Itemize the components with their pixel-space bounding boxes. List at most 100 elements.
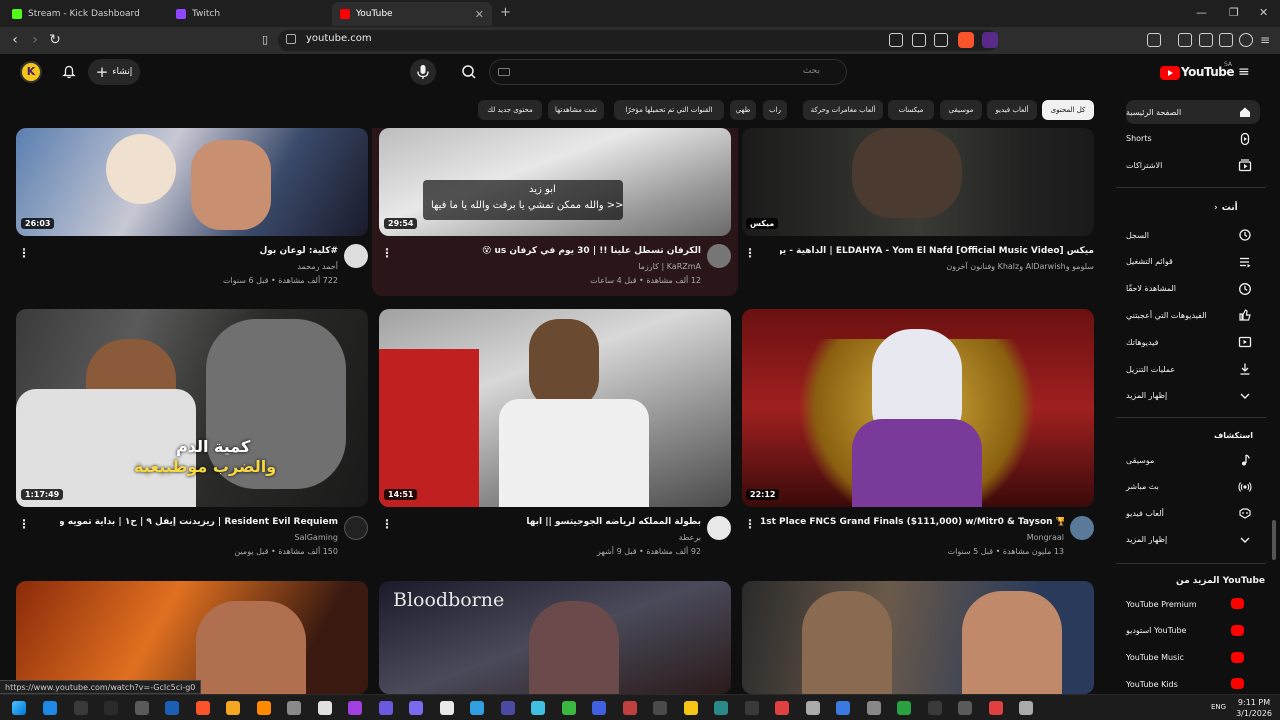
store-icon[interactable] xyxy=(592,701,606,715)
new-tab-button[interactable]: + xyxy=(500,5,511,20)
channel-name[interactable]: سلومو وAlDarwish وKhalz وفنانون آخرون xyxy=(780,262,1094,271)
tab-twitch[interactable]: Twitch xyxy=(168,2,328,26)
sidebar-item-you-3[interactable]: الفيديوهات التي أعجبتني xyxy=(1126,303,1260,327)
tab-groups-icon[interactable] xyxy=(1147,33,1161,47)
sidebar-scrollbar[interactable] xyxy=(1272,520,1276,560)
video-title[interactable]: بطولة المملكه لرياضه الجوجيتسو || ابها xyxy=(420,517,701,527)
url-text[interactable]: youtube.com xyxy=(306,33,372,44)
sidebar-item-more-3[interactable]: YouTube Kids xyxy=(1126,672,1260,696)
video-thumbnail[interactable] xyxy=(16,128,368,236)
more-options-icon[interactable]: ⋮ xyxy=(18,517,30,531)
cast-icon[interactable] xyxy=(912,33,926,47)
close-window-icon[interactable]: ✕ xyxy=(1259,6,1268,19)
more-options-icon[interactable]: ⋮ xyxy=(381,246,393,260)
app-icon[interactable] xyxy=(927,701,942,715)
app-icon[interactable] xyxy=(744,701,759,715)
search-icon[interactable] xyxy=(43,701,57,715)
chip-2[interactable]: موسيقى xyxy=(940,100,982,120)
sidebar-item-explore-0[interactable]: موسيقى xyxy=(1126,448,1260,472)
minimize-icon[interactable]: — xyxy=(1196,6,1207,19)
music-icon[interactable] xyxy=(622,701,637,715)
app-icon[interactable] xyxy=(1019,701,1033,715)
channel-avatar[interactable] xyxy=(344,516,368,540)
video-thumbnail[interactable] xyxy=(379,309,731,507)
app-icon[interactable] xyxy=(714,701,728,715)
brave-icon[interactable] xyxy=(195,701,210,715)
video-thumbnail[interactable] xyxy=(742,309,1094,507)
app-icon[interactable] xyxy=(775,701,789,715)
translate-icon[interactable] xyxy=(889,33,903,47)
app-icon[interactable] xyxy=(805,701,820,715)
close-tab-icon[interactable]: ✕ xyxy=(475,8,484,21)
tab-youtube[interactable]: YouTube ✕ xyxy=(332,2,492,26)
maximize-icon[interactable]: ❐ xyxy=(1229,6,1239,19)
sidebar-item-explore-2[interactable]: ألعاب فيديو xyxy=(1126,501,1260,525)
more-options-icon[interactable]: ⋮ xyxy=(18,246,30,260)
sidebar-item-explore-1[interactable]: بث مباشر xyxy=(1126,475,1260,499)
video-thumbnail[interactable]: ابو زيد << والله ممكن تمشي يا برقت والله… xyxy=(379,128,731,236)
widgets-icon[interactable] xyxy=(134,701,149,715)
search-input[interactable]: بحث xyxy=(489,59,847,85)
channel-avatar[interactable] xyxy=(707,516,731,540)
leo-ai-icon[interactable] xyxy=(1219,33,1233,47)
sidebar-item-you-4[interactable]: فيديوهاتك xyxy=(1126,330,1260,354)
video-title[interactable]: 1st Place FNCS Grand Finals ($111,000) w… xyxy=(760,517,1064,527)
video-thumbnail[interactable]: Bloodborne xyxy=(379,581,731,694)
epic-games-icon[interactable] xyxy=(104,701,118,715)
language-indicator[interactable]: ENG xyxy=(1211,703,1226,711)
sidebar-you-heading[interactable]: › أنت xyxy=(1214,203,1238,213)
back-icon[interactable]: ‹ xyxy=(6,31,24,49)
chip-1[interactable]: ألعاب فيديو xyxy=(987,100,1037,120)
chip-3[interactable]: ميكسات xyxy=(888,100,934,120)
sidebar-item-you-0[interactable]: السجل xyxy=(1126,223,1260,247)
clock[interactable]: 9:11 PM 3/1/2026 xyxy=(1236,697,1272,719)
avatar[interactable]: K xyxy=(20,61,42,83)
share-icon[interactable] xyxy=(934,33,948,47)
app-icon[interactable] xyxy=(958,701,972,715)
sidebar-item-explore-3[interactable]: إظهار المزيد xyxy=(1126,528,1260,552)
video-title[interactable]: الكرفان تسطل علينا !! | 30 يوم في كرفان … xyxy=(420,246,701,256)
app-icon[interactable] xyxy=(866,701,881,715)
channel-name[interactable]: برعطة xyxy=(420,533,701,542)
video-thumbnail[interactable] xyxy=(742,128,1094,236)
sidebar-toggle-icon[interactable] xyxy=(1178,33,1192,47)
channel-name[interactable]: أحمد رمحمد xyxy=(60,262,338,271)
chip-0[interactable]: كل المحتوى xyxy=(1042,100,1094,120)
chip-8[interactable]: تمت مشاهدتها xyxy=(548,100,604,120)
edge-icon[interactable] xyxy=(470,701,484,715)
video-title[interactable]: Resident Evil Requiem | ريزيدنت إيفل ٩ |… xyxy=(60,517,338,527)
wallet-icon[interactable] xyxy=(1199,33,1213,47)
gamepad-icon[interactable] xyxy=(409,701,423,715)
forward-icon[interactable]: › xyxy=(26,31,44,49)
sidebar-item-you-1[interactable]: قوائم التشغيل xyxy=(1126,250,1260,274)
chip-9[interactable]: محتوى جديد لك xyxy=(478,100,542,120)
bookmark-icon[interactable]: ▯ xyxy=(256,31,274,49)
app-icon[interactable] xyxy=(531,701,545,715)
chip-6[interactable]: طهي xyxy=(730,100,756,120)
video-thumbnail[interactable]: كمية الدم والضرب موطبيعية xyxy=(16,309,368,507)
task-view-icon[interactable] xyxy=(73,701,88,715)
sidebar-item-main-2[interactable]: الاشتراكات xyxy=(1126,153,1260,177)
youtube-logo-icon[interactable] xyxy=(1160,66,1180,80)
vlc-icon[interactable] xyxy=(226,701,240,715)
channel-avatar[interactable] xyxy=(344,244,368,268)
notepad-icon[interactable] xyxy=(317,701,332,715)
guide-menu-icon[interactable]: ≡ xyxy=(1238,64,1250,80)
chrome-icon[interactable] xyxy=(165,701,179,715)
brave-rewards-icon[interactable] xyxy=(982,32,998,48)
menu-icon[interactable]: ≡ xyxy=(1260,33,1270,47)
vscode-icon[interactable] xyxy=(500,701,515,715)
vpn-icon[interactable] xyxy=(1239,33,1253,47)
discord-icon[interactable] xyxy=(378,701,393,715)
sidebar-item-more-2[interactable]: YouTube Music xyxy=(1126,646,1260,670)
sidebar-item-more-0[interactable]: YouTube Premium xyxy=(1126,592,1260,616)
create-button[interactable]: + إنشاء xyxy=(88,59,140,85)
sidebar-item-you-6[interactable]: إظهار المزيد xyxy=(1126,384,1260,408)
channel-avatar[interactable] xyxy=(707,244,731,268)
channel-name[interactable]: SalGaming xyxy=(60,533,338,542)
sidebar-item-you-2[interactable]: المشاهدة لاحقًا xyxy=(1126,277,1260,301)
steam-icon[interactable] xyxy=(439,701,454,715)
channel-name[interactable]: KaRZmA | كارزما xyxy=(420,262,701,271)
more-options-icon[interactable]: ⋮ xyxy=(381,517,393,531)
tab-kick[interactable]: Stream - Kick Dashboard xyxy=(4,2,164,26)
